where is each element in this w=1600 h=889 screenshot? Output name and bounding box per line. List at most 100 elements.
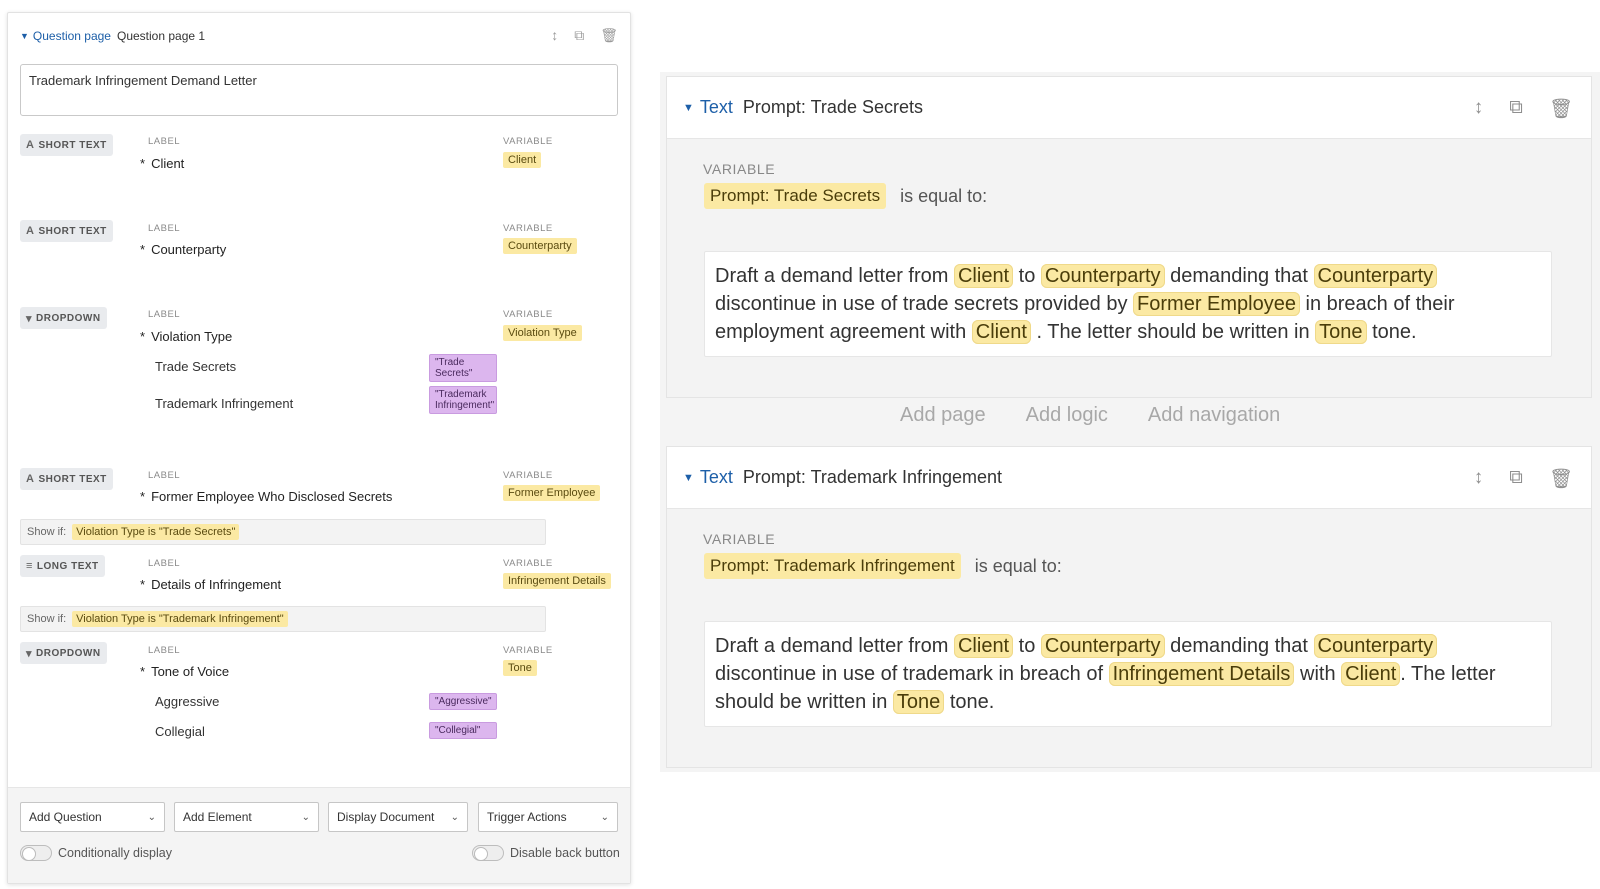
equal-text: is equal to: [974,555,1062,576]
variable-caption: VARIABLE [703,161,776,177]
question-label[interactable]: * Former Employee Who Disclosed Secrets [140,489,392,504]
chevron-down-icon: ⌄ [301,811,310,823]
label-caption: LABEL [148,309,181,320]
variable-chip[interactable]: Infringement Details [503,573,611,589]
variable-token: Tone [1315,320,1367,344]
page-name: Question page 1 [116,29,206,43]
variable-token: Counterparty [1313,634,1438,658]
card-body: VARIABLE Prompt: Trade Secrets is equal … [667,139,1591,397]
card-type: Text [699,97,733,117]
variable-caption: VARIABLE [703,531,776,547]
equal-text: is equal to: [900,185,988,206]
question-label[interactable]: * Client [140,156,184,171]
reorder-icon[interactable]: ↕ [1474,97,1484,121]
delete-icon[interactable]: 🗑 [600,27,618,44]
variable-token: Counterparty [1040,264,1165,288]
variable-token: Client [971,320,1031,344]
card-header[interactable]: ▼ Text Prompt: Trademark Infringement ↕ … [667,447,1591,509]
text-card: ▼ Text Prompt: Trade Secrets ↕ ⧉ 🗑 VARIA… [666,76,1592,398]
card-body: VARIABLE Prompt: Trademark Infringement … [667,509,1591,767]
label-caption: LABEL [148,223,181,234]
prompt-text-box[interactable]: Draft a demand letter from Client to Cou… [704,251,1552,357]
card-name: Prompt: Trademark Infringement [742,467,1003,487]
option-value-chip[interactable]: "Trade Secrets" [429,354,497,382]
collapse-caret-icon[interactable]: ▼ [683,102,694,114]
question-label[interactable]: * Violation Type [140,329,232,344]
trigger-actions-select[interactable]: Trigger Actions ⌄ [478,802,618,832]
option-value-chip[interactable]: "Collegial" [429,722,497,739]
duplicate-icon[interactable]: ⧉ [574,27,584,44]
question-label[interactable]: * Counterparty [140,242,226,257]
page-title-input[interactable]: Trademark Infringement Demand Letter [20,64,618,116]
variable-token: Infringement Details [1108,662,1295,686]
variable-chip[interactable]: Tone [503,660,537,676]
variable-chip[interactable]: Former Employee [503,485,601,501]
label-caption: LABEL [148,470,181,481]
ghost-links: Add page Add logic Add navigation [900,404,1280,426]
option-value-chip[interactable]: "Aggressive" [429,693,497,710]
variable-chip[interactable]: Prompt: Trade Secrets [704,183,887,209]
card-header[interactable]: ▼ Text Prompt: Trade Secrets ↕ ⧉ 🗑 [667,77,1591,139]
show-if-condition[interactable]: Show if: Violation Type is "Trademark Inf… [20,606,546,632]
long-text-type-icon: ≡ [26,560,33,572]
option-label[interactable]: Trademark Infringement [155,396,293,411]
question-type-badge[interactable]: A SHORT TEXT [20,468,113,490]
variable-chip[interactable]: Violation Type [503,325,582,341]
question-type-badge[interactable]: ≡ LONG TEXT [20,555,105,577]
variable-token: Counterparty [1313,264,1438,288]
question-type-badge[interactable]: A SHORT TEXT [20,220,113,242]
reorder-icon[interactable]: ↕ [1474,467,1484,491]
question-label[interactable]: * Tone of Voice [140,664,229,679]
disable-back-toggle[interactable]: Disable back button [472,845,620,861]
display-document-select[interactable]: Display Document ⌄ [328,802,468,832]
delete-icon[interactable]: 🗑 [1549,97,1573,121]
variable-caption: VARIABLE [503,223,553,234]
collapse-caret-icon[interactable]: ▼ [20,31,29,41]
label-caption: LABEL [148,136,181,147]
question-type-badge[interactable]: ▾ DROPDOWN [20,642,107,664]
toggle-switch[interactable] [20,845,52,861]
toggle-switch[interactable] [472,845,504,861]
option-label[interactable]: Trade Secrets [155,359,236,374]
option-value-chip[interactable]: "Trademark Infringement" [429,386,497,414]
option-label[interactable]: Aggressive [155,694,219,709]
add-question-select[interactable]: Add Question ⌄ [20,802,165,832]
dropdown-type-icon: ▾ [26,647,33,660]
show-if-condition[interactable]: Show if: Violation Type is "Trade Secrets… [20,519,546,545]
text-type-icon: A [26,225,35,237]
card-name: Prompt: Trade Secrets [742,97,923,117]
variable-token: Counterparty [1040,634,1165,658]
page-footer: Add Question ⌄ Add Element ⌄ Display Docum… [8,787,630,883]
question-page-panel: ▼ Question page Question page 1 ↕ ⧉ 🗑 Tr… [7,12,631,884]
duplicate-icon[interactable]: ⧉ [1509,467,1523,491]
delete-icon[interactable]: 🗑 [1549,467,1573,491]
variable-chip[interactable]: Client [503,152,542,168]
text-card: ▼ Text Prompt: Trademark Infringement ↕ … [666,446,1592,768]
collapse-caret-icon[interactable]: ▼ [683,472,694,484]
add-page-link[interactable]: Add page [900,404,986,426]
variable-token: Client [953,264,1014,288]
add-logic-link[interactable]: Add logic [1026,404,1108,426]
reorder-icon[interactable]: ↕ [551,27,558,44]
option-label[interactable]: Collegial [155,724,205,739]
page-type-label: Question page [32,29,111,43]
variable-token: Tone [892,690,945,714]
add-element-select[interactable]: Add Element ⌄ [174,802,319,832]
card-type: Text [699,467,733,487]
prompt-text-box[interactable]: Draft a demand letter from Client to Cou… [704,621,1552,727]
add-navigation-link[interactable]: Add navigation [1148,404,1280,426]
chevron-down-icon: ⌄ [600,811,609,823]
question-label[interactable]: * Details of Infringement [140,577,281,592]
variable-chip[interactable]: Counterparty [503,238,577,254]
duplicate-icon[interactable]: ⧉ [1509,97,1523,121]
question-type-badge[interactable]: A SHORT TEXT [20,134,113,156]
variable-chip[interactable]: Prompt: Trademark Infringement [704,553,961,579]
chevron-down-icon: ⌄ [147,811,156,823]
chevron-down-icon: ⌄ [450,811,459,823]
variable-caption: VARIABLE [503,645,553,656]
question-type-badge[interactable]: ▾ DROPDOWN [20,307,107,329]
variable-caption: VARIABLE [503,558,553,569]
conditionally-display-toggle[interactable]: Conditionally display [20,845,172,861]
label-caption: LABEL [148,645,181,656]
page-header: ▼ Question page Question page 1 ↕ ⧉ 🗑 [20,25,618,47]
